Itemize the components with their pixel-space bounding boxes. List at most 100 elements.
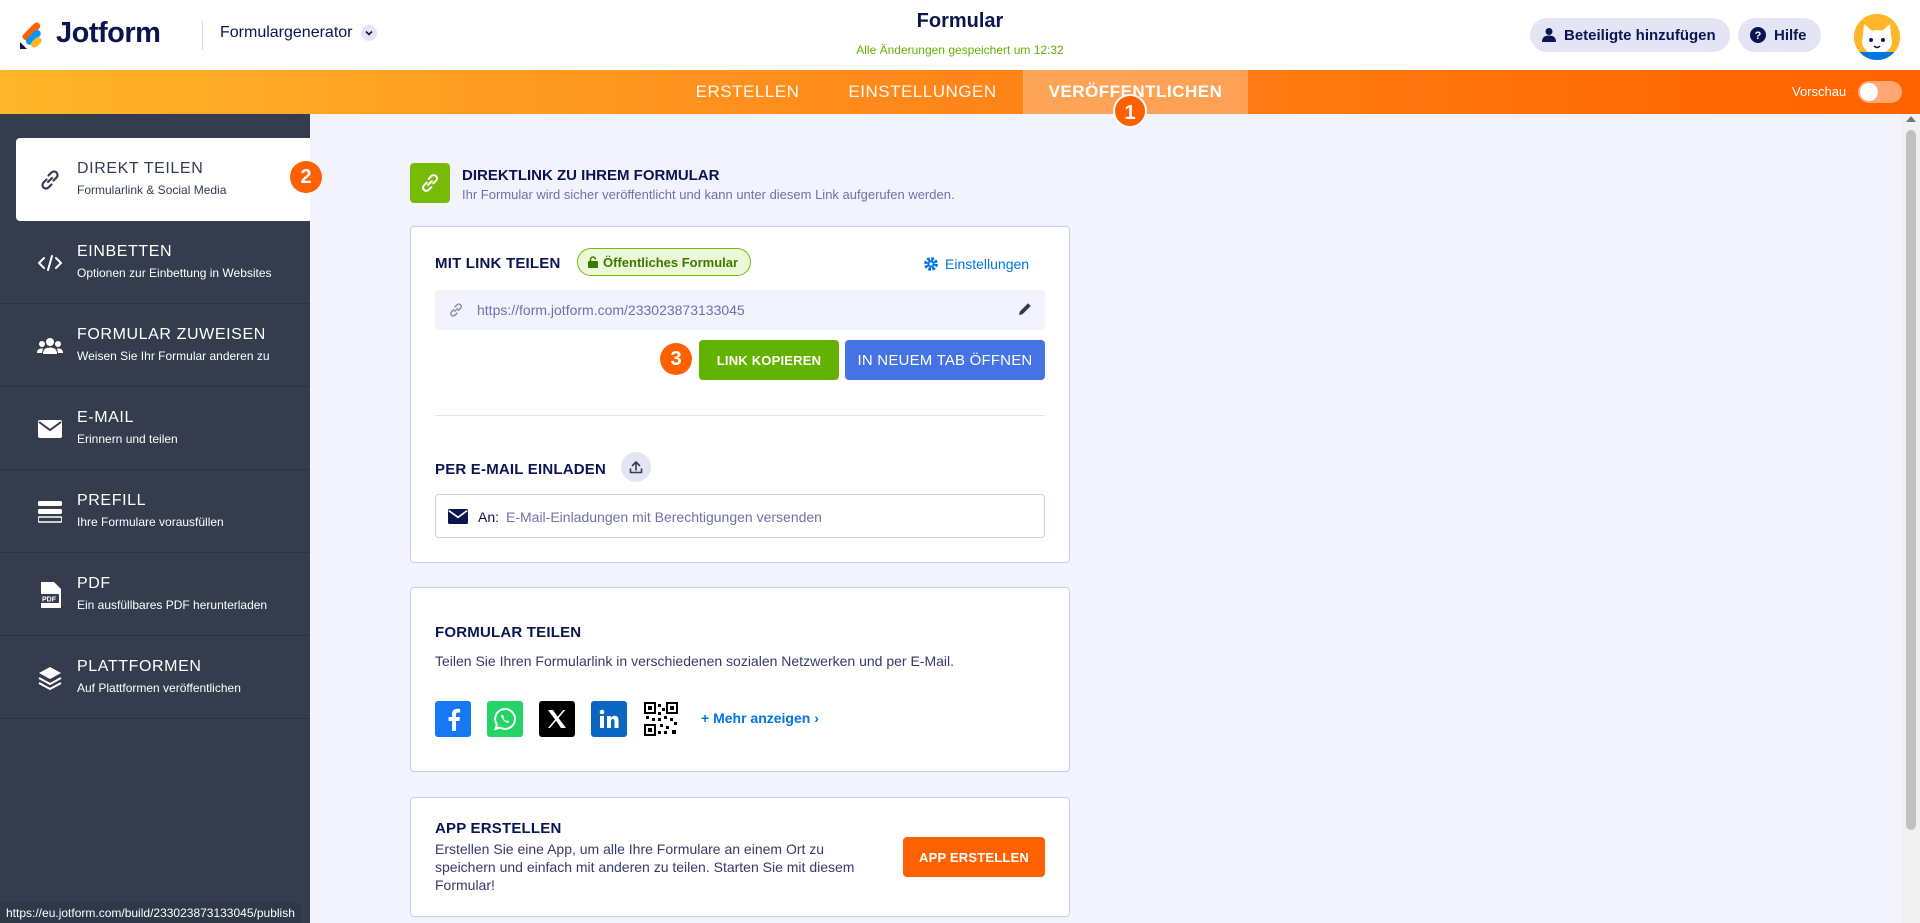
sidebar-item-label: E-MAIL bbox=[77, 409, 134, 426]
user-avatar[interactable] bbox=[1852, 12, 1902, 62]
sidebar-item-prefill[interactable]: PREFILL Ihre Formulare vorausfüllen bbox=[0, 470, 310, 553]
sidebar-item-label: PDF bbox=[77, 575, 111, 592]
sidebar-item-sub: Weisen Sie Ihr Formular anderen zu bbox=[77, 349, 270, 363]
preview-toggle-knob bbox=[1860, 83, 1878, 101]
pencil-icon[interactable] bbox=[1017, 301, 1033, 317]
share-link-title: MIT LINK TEILEN bbox=[435, 255, 561, 272]
email-invite-title: PER E-MAIL EINLADEN bbox=[435, 461, 607, 478]
direct-link-desc: Ihr Formular wird sicher veröffentlicht … bbox=[462, 187, 955, 202]
sidebar-item-embed[interactable]: EINBETTEN Optionen zur Einbettung in Web… bbox=[0, 221, 310, 304]
direct-link-title: DIREKTLINK ZU IHREM FORMULAR bbox=[462, 167, 720, 184]
form-share-card: FORMULAR TEILEN Teilen Sie Ihren Formula… bbox=[410, 587, 1070, 772]
email-invite-field[interactable]: An: bbox=[435, 494, 1045, 538]
user-icon bbox=[1542, 28, 1556, 42]
pdf-icon: PDF bbox=[36, 581, 64, 609]
sidebar-item-sub: Ihre Formulare vorausfüllen bbox=[77, 515, 224, 529]
form-title[interactable]: Formular bbox=[760, 10, 1160, 33]
chevron-down-icon bbox=[360, 25, 377, 41]
sidebar-item-platforms[interactable]: PLATTFORMEN Auf Plattformen veröffentlic… bbox=[0, 636, 310, 719]
form-title-block: Formular Alle Änderungen gespeichert um … bbox=[760, 10, 1160, 57]
sidebar-item-sub: Formularlink & Social Media bbox=[77, 183, 227, 197]
envelope-icon bbox=[36, 415, 64, 443]
sidebar-item-assign-form[interactable]: FORMULAR ZUWEISEN Weisen Sie Ihr Formula… bbox=[0, 304, 310, 387]
whatsapp-share-button[interactable] bbox=[487, 701, 523, 737]
open-new-tab-button[interactable]: IN NEUEM TAB ÖFFNEN bbox=[845, 340, 1045, 380]
envelope-icon bbox=[448, 509, 468, 524]
sidebar-item-label: EINBETTEN bbox=[77, 243, 173, 260]
create-app-title: APP ERSTELLEN bbox=[435, 820, 562, 837]
help-button[interactable]: ? Hilfe bbox=[1738, 18, 1821, 52]
step-badge-2: 2 bbox=[290, 161, 322, 193]
form-url-box[interactable]: https://form.jotform.com/233023873133045 bbox=[435, 290, 1045, 330]
scroll-up-arrow-icon[interactable] bbox=[1906, 116, 1916, 122]
svg-text:PDF: PDF bbox=[42, 597, 57, 604]
sidebar-item-sub: Erinnern und teilen bbox=[77, 432, 178, 446]
share-settings-link[interactable]: Einstellungen bbox=[923, 256, 1029, 272]
linkedin-icon bbox=[599, 709, 619, 728]
jotform-logo-icon bbox=[20, 22, 42, 49]
x-share-button[interactable] bbox=[539, 701, 575, 737]
form-share-desc: Teilen Sie Ihren Formularlink in verschi… bbox=[435, 653, 955, 669]
email-invite-input[interactable] bbox=[506, 505, 1026, 529]
header-divider bbox=[202, 20, 203, 50]
create-app-button[interactable]: APP ERSTELLEN bbox=[903, 837, 1045, 877]
whatsapp-icon bbox=[493, 707, 516, 731]
add-participants-label: Beteiligte hinzufügen bbox=[1564, 26, 1716, 44]
gear-icon bbox=[924, 257, 938, 271]
sidebar-item-sub: Optionen zur Einbettung in Websites bbox=[77, 266, 272, 280]
link-icon bbox=[36, 166, 64, 194]
facebook-share-button[interactable] bbox=[435, 701, 471, 737]
create-app-card: APP ERSTELLEN Erstellen Sie eine App, um… bbox=[410, 797, 1070, 917]
public-form-badge[interactable]: Öffentliches Formular bbox=[577, 248, 752, 276]
brand-name: Jotform bbox=[56, 16, 161, 49]
scrollbar-thumb[interactable] bbox=[1906, 130, 1916, 830]
sidebar-item-label: DIREKT TEILEN bbox=[77, 160, 204, 177]
lock-icon bbox=[588, 256, 598, 268]
layers-icon bbox=[36, 664, 64, 692]
facebook-icon bbox=[448, 708, 461, 731]
help-label: Hilfe bbox=[1774, 26, 1807, 44]
step-badge-3: 3 bbox=[660, 343, 692, 375]
preview-toggle[interactable] bbox=[1858, 81, 1902, 103]
x-icon bbox=[548, 710, 566, 728]
svg-text:?: ? bbox=[1755, 30, 1762, 42]
create-app-desc: Erstellen Sie eine App, um alle Ihre For… bbox=[435, 841, 855, 893]
saved-status: Alle Änderungen gespeichert um 12:32 bbox=[856, 43, 1064, 57]
help-icon: ? bbox=[1750, 27, 1766, 43]
tab-create[interactable]: ERSTELLEN bbox=[680, 70, 815, 114]
settings-label: Einstellungen bbox=[945, 256, 1030, 272]
builder-nav: ERSTELLEN EINSTELLUNGEN VERÖFFENTLICHEN … bbox=[0, 70, 1920, 114]
linkedin-share-button[interactable] bbox=[591, 701, 627, 737]
page-scrollbar[interactable] bbox=[1902, 114, 1920, 923]
share-link-card: MIT LINK TEILEN Öffentliches Formular Ei… bbox=[410, 226, 1070, 563]
sidebar-item-direct-share[interactable]: DIREKT TEILEN Formularlink & Social Medi… bbox=[16, 138, 310, 221]
sidebar-item-email[interactable]: E-MAIL Erinnern und teilen bbox=[0, 387, 310, 470]
card-divider bbox=[435, 415, 1045, 416]
add-participants-button[interactable]: Beteiligte hinzufügen bbox=[1530, 18, 1730, 52]
form-url-text: https://form.jotform.com/233023873133045 bbox=[477, 302, 745, 318]
show-more-link[interactable]: + Mehr anzeigen › bbox=[701, 710, 819, 726]
sidebar-item-label: FORMULAR ZUWEISEN bbox=[77, 326, 266, 343]
avatar-cat-icon bbox=[1854, 14, 1900, 60]
sidebar-item-sub: Ein ausfüllbares PDF herunterladen bbox=[77, 598, 268, 612]
copy-link-button[interactable]: LINK KOPIEREN bbox=[699, 340, 839, 380]
sidebar-item-sub: Auf Plattformen veröffentlichen bbox=[77, 681, 241, 695]
step-badge-1: 1 bbox=[1113, 94, 1147, 128]
sidebar-item-pdf[interactable]: PDF PDF Ein ausfüllbares PDF herunterlad… bbox=[0, 553, 310, 636]
qr-code-button[interactable] bbox=[643, 701, 679, 737]
form-share-title: FORMULAR TEILEN bbox=[435, 624, 582, 641]
form-generator-dropdown[interactable]: Formulargenerator bbox=[220, 24, 377, 42]
qr-code-icon bbox=[644, 702, 678, 736]
upload-icon bbox=[629, 461, 643, 474]
tab-settings[interactable]: EINSTELLUNGEN bbox=[840, 70, 1005, 114]
jotform-logo[interactable]: Jotform bbox=[18, 16, 161, 50]
publish-sidebar: DIREKT TEILEN Formularlink & Social Medi… bbox=[0, 114, 310, 923]
prefill-icon bbox=[36, 498, 64, 526]
direct-link-icon bbox=[410, 163, 450, 203]
code-icon bbox=[36, 249, 64, 277]
sidebar-item-label: PLATTFORMEN bbox=[77, 658, 202, 675]
upload-contacts-button[interactable] bbox=[621, 452, 651, 482]
browser-status-bar: https://eu.jotform.com/build/23302387313… bbox=[0, 903, 301, 923]
sidebar-top-strip bbox=[0, 114, 310, 138]
preview-label: Vorschau bbox=[1792, 84, 1847, 99]
